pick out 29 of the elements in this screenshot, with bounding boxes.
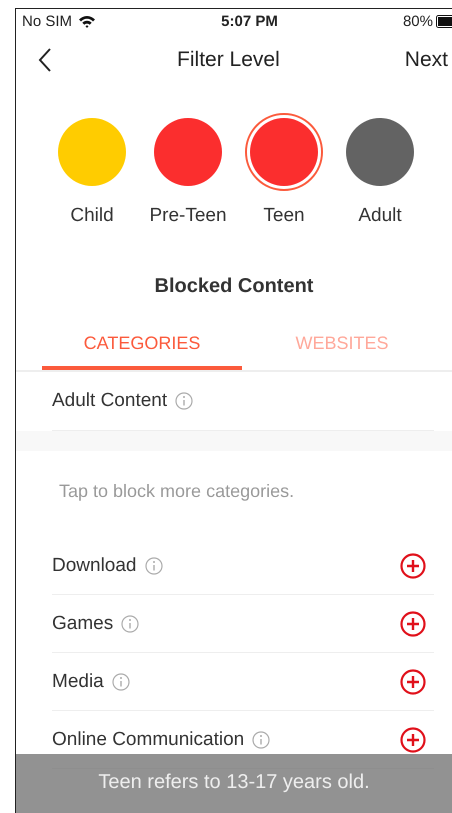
back-chevron-icon bbox=[38, 47, 52, 73]
add-icon[interactable] bbox=[400, 726, 426, 752]
level-label: Teen bbox=[263, 205, 305, 227]
category-label: Adult Content bbox=[52, 390, 168, 412]
category-label: Games bbox=[52, 612, 114, 634]
category-label: Online Communication bbox=[52, 728, 244, 750]
category-label: Media bbox=[52, 670, 104, 692]
wifi-icon bbox=[78, 14, 96, 28]
section-title: Blocked Content bbox=[154, 275, 314, 298]
level-label: Child bbox=[70, 205, 114, 227]
back-button[interactable] bbox=[38, 47, 52, 73]
battery-percent: 80% bbox=[402, 12, 433, 30]
add-icon[interactable] bbox=[400, 668, 426, 694]
category-label: Download bbox=[52, 554, 136, 576]
level-label: Pre-Teen bbox=[149, 205, 227, 227]
filter-level-option[interactable]: Child bbox=[48, 113, 136, 227]
next-button[interactable]: Next bbox=[404, 48, 448, 72]
filter-level-option[interactable]: Pre-Teen bbox=[144, 113, 232, 227]
toast-message: Teen refers to 13-17 years old. bbox=[16, 754, 452, 813]
filter-level-option[interactable]: Adult bbox=[336, 113, 424, 227]
carrier-label: No SIM bbox=[22, 12, 72, 30]
add-icon[interactable] bbox=[400, 610, 426, 636]
filter-level-option[interactable]: Teen bbox=[240, 113, 328, 227]
screen-title: Filter Level bbox=[177, 48, 280, 72]
hint-text: Tap to block more categories. bbox=[58, 480, 296, 503]
add-icon[interactable] bbox=[400, 552, 426, 578]
battery-icon bbox=[436, 14, 452, 28]
clock-time: 5:07 PM bbox=[221, 12, 278, 30]
level-label: Adult bbox=[358, 205, 402, 227]
